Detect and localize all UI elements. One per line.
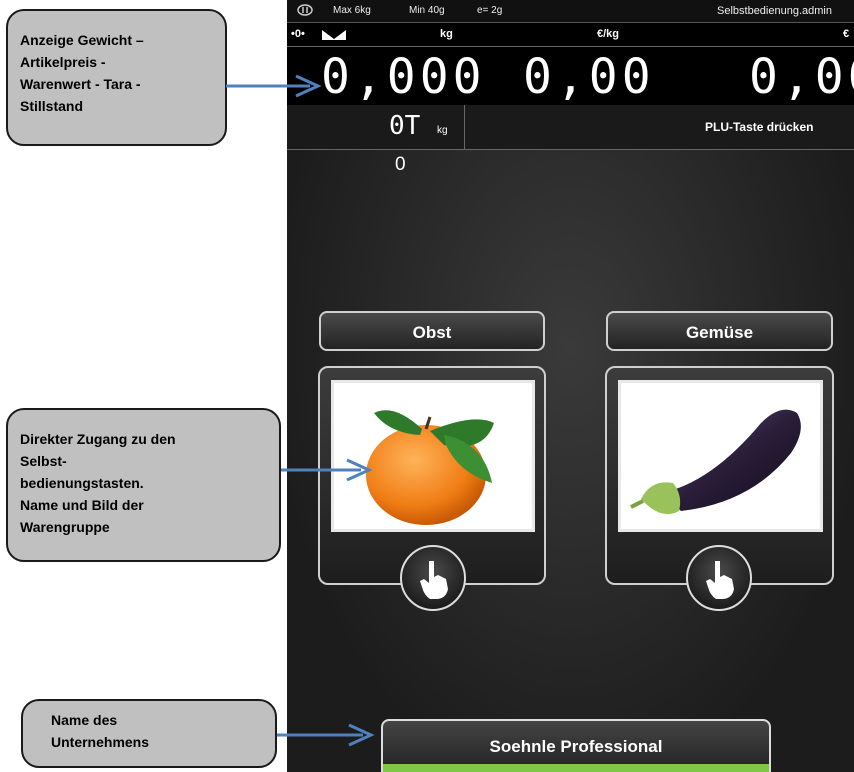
value-unit: €	[843, 28, 850, 40]
arrow-buttons	[281, 458, 373, 482]
touch-hand-icon[interactable]	[686, 545, 752, 611]
callout-line: Anzeige Gewicht –	[20, 32, 144, 48]
user-name: Selbstbedienung.admin	[717, 5, 832, 17]
zero-indicator: •0•	[291, 28, 305, 40]
group-button-obst[interactable]: Obst	[319, 311, 545, 351]
callout-line: Stillstand	[20, 98, 84, 114]
weight-readout: 0,000	[321, 49, 486, 105]
callout-line: Name und Bild der	[20, 497, 144, 513]
eggplant-image	[618, 380, 823, 532]
callout-line: Warengruppe	[20, 519, 110, 535]
price-unit: €/kg	[597, 28, 620, 40]
price-readout: 0,00	[523, 49, 655, 105]
tare-divider	[464, 105, 465, 149]
group-tile-gemuese[interactable]	[605, 366, 834, 611]
callout-buttons: Direkter Zugang zu den Selbst- bedienung…	[6, 408, 281, 562]
main-readout: 0,000 0,00 0,00	[287, 46, 854, 106]
callout-line: Warenwert - Tara -	[20, 76, 141, 92]
scale-screen: Max 6kg Min 40g e= 2g Selbstbedienung.ad…	[287, 0, 854, 772]
callout-display: Anzeige Gewicht – Artikelpreis - Warenwe…	[6, 9, 227, 146]
battery-icon	[297, 4, 313, 19]
value-readout: 0,00	[749, 49, 854, 105]
min-capacity: Min 40g	[409, 5, 445, 16]
arrow-company	[277, 723, 375, 747]
tare-unit: kg	[437, 125, 448, 136]
tare-bar: 0T kg PLU-Taste drücken	[287, 105, 854, 150]
item-count: 0	[395, 154, 406, 175]
callout-company: Name des Unternehmens	[21, 699, 277, 768]
tare-value: 0T	[389, 111, 421, 141]
company-accent-bar	[383, 764, 769, 772]
callout-line: Artikelpreis -	[20, 54, 106, 70]
touch-hand-icon[interactable]	[400, 545, 466, 611]
max-capacity: Max 6kg	[333, 5, 371, 16]
group-label: Gemüse	[685, 323, 754, 342]
company-name: Soehnle Professional	[489, 737, 663, 756]
stability-icon	[321, 29, 347, 44]
group-button-gemuese[interactable]: Gemüse	[606, 311, 833, 351]
weight-unit: kg	[440, 28, 453, 40]
callout-line: Selbst-	[20, 453, 67, 469]
callout-line: Direkter Zugang zu den	[20, 431, 176, 447]
status-bar: Max 6kg Min 40g e= 2g Selbstbedienung.ad…	[287, 0, 854, 22]
units-bar: •0• kg €/kg €	[287, 22, 854, 47]
plu-prompt: PLU-Taste drücken	[705, 120, 814, 134]
company-bar: Soehnle Professional	[381, 719, 771, 772]
arrow-display	[226, 74, 322, 98]
group-label: Obst	[412, 323, 452, 342]
orange-image	[331, 380, 535, 532]
scale-interval: e= 2g	[477, 5, 503, 16]
callout-line: Name des	[51, 712, 118, 728]
callout-line: bedienungstasten.	[20, 475, 144, 491]
callout-line: Unternehmens	[51, 734, 150, 750]
